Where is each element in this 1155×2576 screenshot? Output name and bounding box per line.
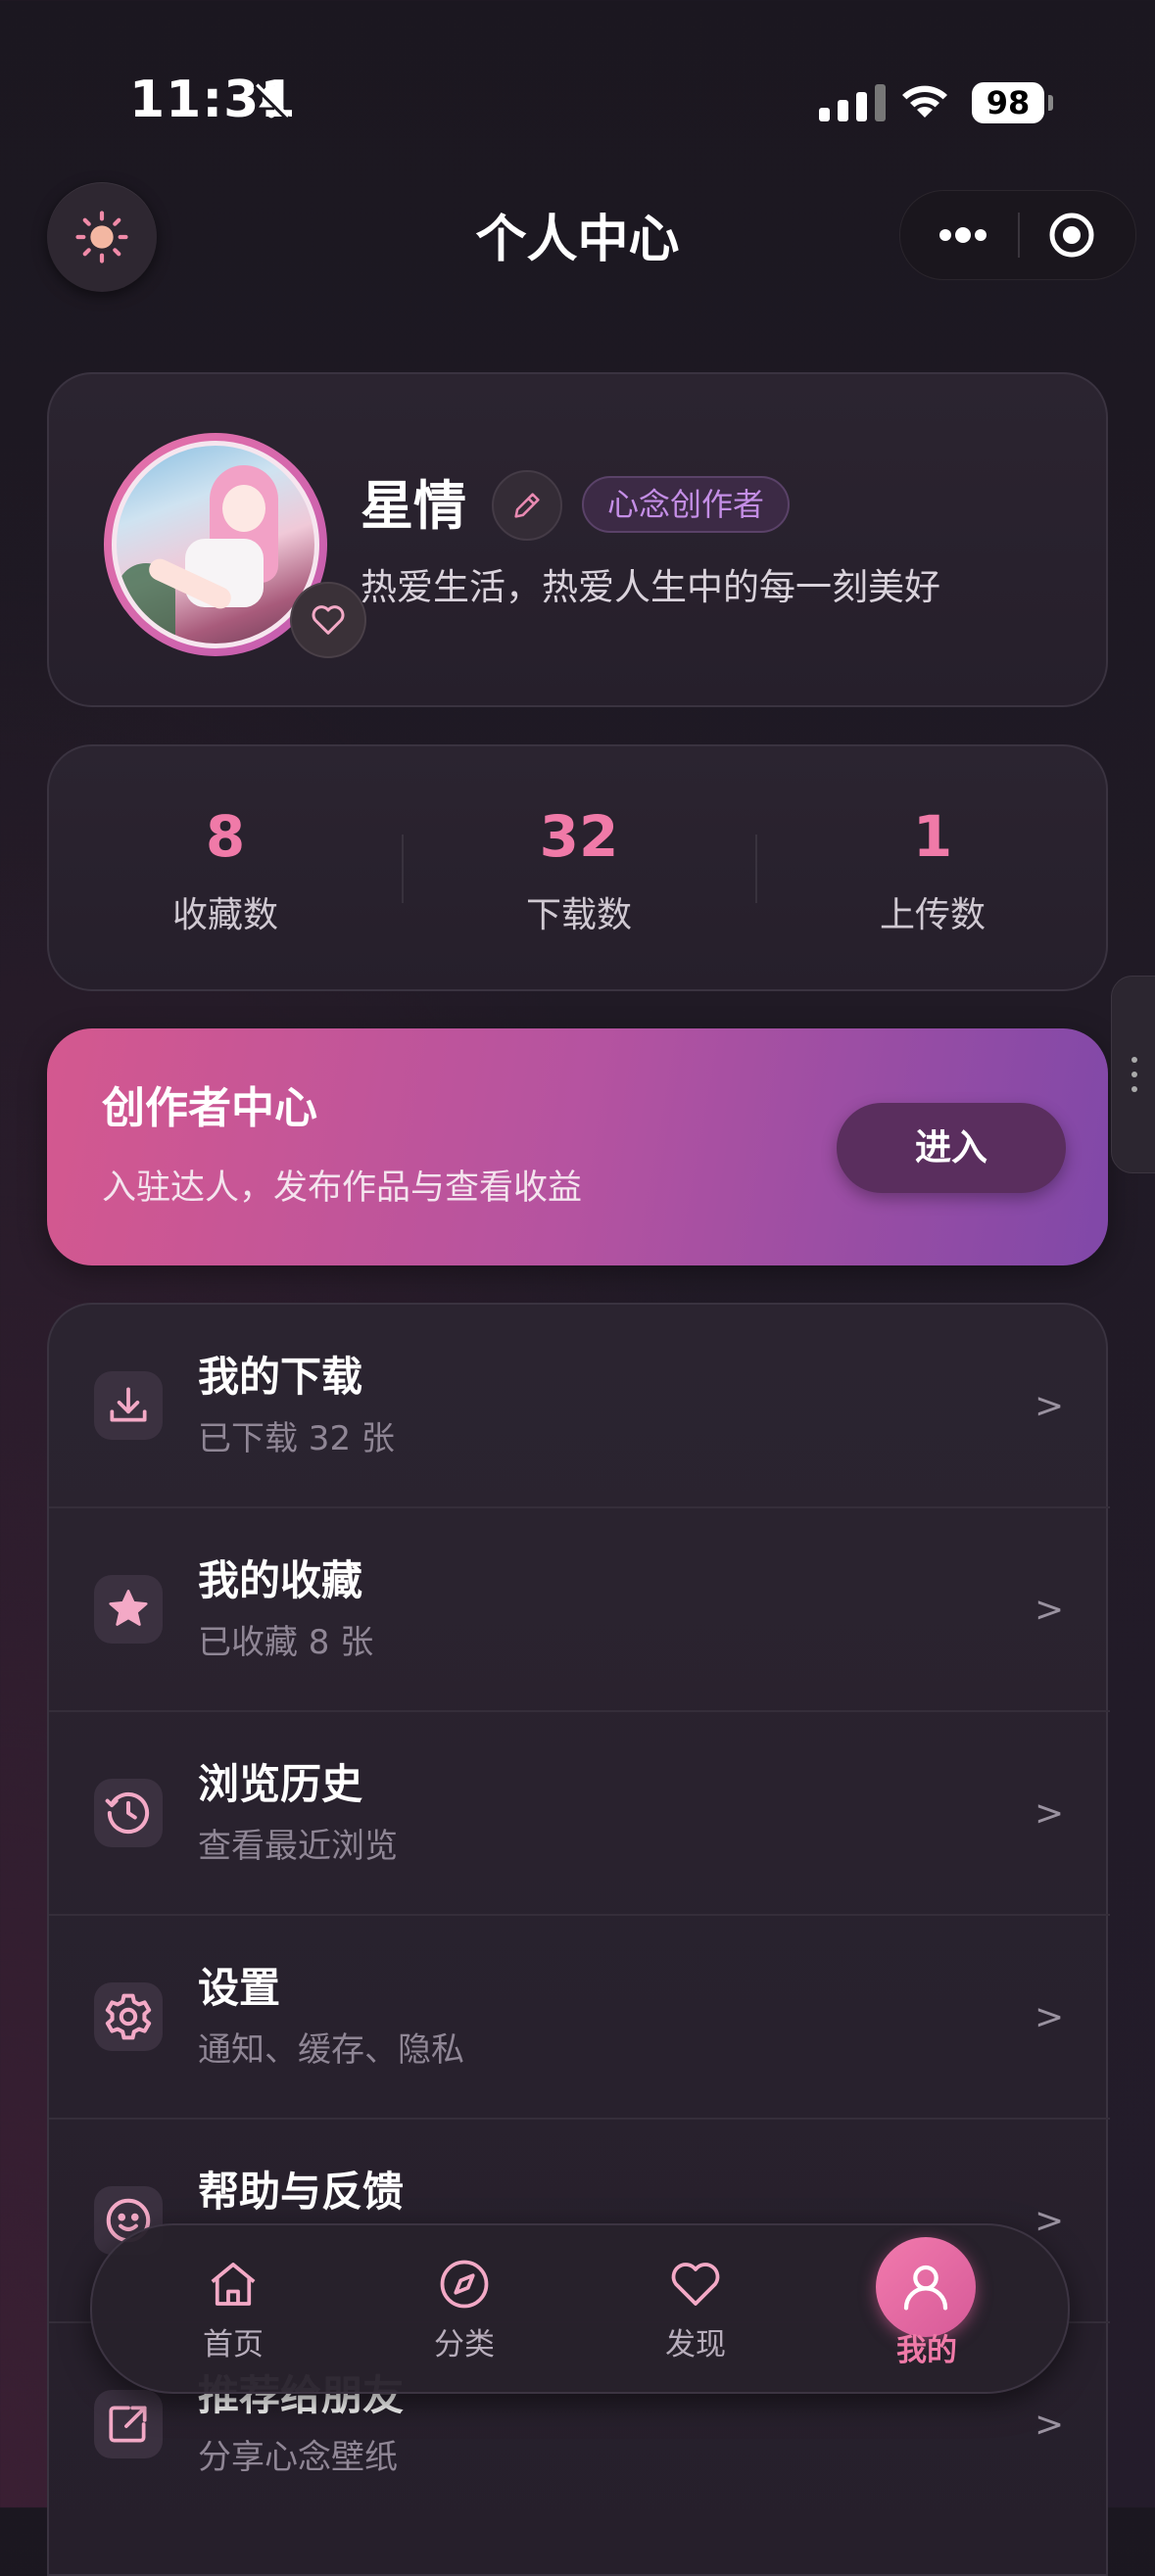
menu-subtitle: 分享心念壁纸	[198, 2438, 398, 2477]
close-miniprogram-icon[interactable]	[1047, 211, 1096, 260]
stats-card: 8 收藏数 32 下载数 1 上传数	[47, 744, 1108, 991]
stat-value: 1	[912, 803, 953, 870]
menu-title: 帮助与反馈	[198, 2168, 405, 2216]
chevron-right-icon: >	[1035, 2405, 1065, 2445]
stat-label: 收藏数	[171, 895, 278, 935]
chevron-right-icon: >	[1035, 1997, 1065, 2037]
menu-title: 浏览历史	[198, 1760, 363, 1808]
user-icon	[876, 2237, 976, 2337]
pencil-icon	[514, 493, 540, 518]
edit-profile-button[interactable]	[492, 470, 562, 541]
tab-home[interactable]: 首页	[145, 2225, 321, 2392]
stat-label: 上传数	[879, 895, 986, 935]
cellular-signal-icon	[819, 84, 886, 121]
stat-label: 下载数	[525, 895, 632, 935]
stat-favorites[interactable]: 8 收藏数	[49, 746, 402, 993]
creator-center-banner[interactable]: 创作者中心 入驻达人，发布作品与查看收益 进入	[47, 1028, 1108, 1265]
tab-discover[interactable]: 发现	[607, 2225, 784, 2392]
menu-item-favorites[interactable]: 我的收藏 已收藏 8 张 >	[49, 1508, 1110, 1712]
menu-item-settings[interactable]: 设置 通知、缓存、隐私 >	[49, 1916, 1110, 2120]
menu-subtitle: 通知、缓存、隐私	[198, 2030, 464, 2070]
stat-downloads[interactable]: 32 下载数	[403, 746, 755, 993]
home-icon	[211, 2263, 256, 2306]
chevron-right-icon: >	[1035, 1793, 1065, 1834]
menu-title: 我的下载	[198, 1353, 363, 1401]
chevron-right-icon: >	[1035, 1590, 1065, 1630]
enter-button[interactable]: 进入	[837, 1103, 1066, 1193]
tab-category[interactable]: 分类	[376, 2225, 553, 2392]
wifi-icon	[902, 85, 947, 118]
stat-value: 32	[539, 803, 619, 870]
profile-bio: 热爱生活，热爱人生中的每一刻美好	[361, 566, 940, 608]
tab-label: 分类	[434, 2327, 495, 2362]
gear-icon	[94, 1982, 163, 2051]
username: 星情	[361, 475, 466, 537]
chevron-right-icon: >	[1035, 1386, 1065, 1426]
tab-label: 我的	[896, 2333, 957, 2368]
creator-subtitle: 入驻达人，发布作品与查看收益	[102, 1169, 583, 1208]
history-icon	[94, 1779, 163, 1847]
creator-title: 创作者中心	[102, 1083, 317, 1133]
stat-value: 8	[205, 803, 246, 870]
heart-icon	[671, 2263, 720, 2306]
battery-level: 98	[972, 82, 1044, 123]
tab-label: 首页	[203, 2327, 264, 2362]
menu-subtitle: 查看最近浏览	[198, 1827, 398, 1866]
creator-badge: 心念创作者	[582, 476, 791, 533]
menu-item-downloads[interactable]: 我的下载 已下载 32 张 >	[49, 1305, 1110, 1508]
stat-uploads[interactable]: 1 上传数	[756, 746, 1109, 993]
mini-program-capsule	[899, 190, 1136, 280]
tab-label: 发现	[665, 2327, 726, 2362]
side-drawer-handle[interactable]	[1111, 976, 1155, 1173]
menu-title: 我的收藏	[198, 1556, 363, 1604]
star-icon	[94, 1575, 163, 1644]
battery-icon: 98	[972, 82, 1054, 123]
menu-subtitle: 已下载 32 张	[198, 1419, 395, 1458]
tab-mine[interactable]: 我的	[839, 2225, 1015, 2392]
silent-bell-icon	[253, 83, 290, 120]
status-bar: 11:31 98	[0, 0, 1155, 206]
download-icon	[94, 1371, 163, 1440]
share-icon	[94, 2390, 163, 2458]
profile-card: 星情 心念创作者 热爱生活，热爱人生中的每一刻美好	[47, 372, 1108, 707]
avatar-heart-icon[interactable]	[290, 582, 366, 658]
more-options-icon[interactable]	[932, 213, 994, 258]
menu-item-history[interactable]: 浏览历史 查看最近浏览 >	[49, 1712, 1110, 1916]
bottom-tab-bar: 首页 分类 发现 我的	[90, 2223, 1070, 2394]
menu-subtitle: 已收藏 8 张	[198, 1623, 374, 1662]
compass-icon	[440, 2260, 489, 2309]
menu-title: 设置	[198, 1964, 281, 2012]
